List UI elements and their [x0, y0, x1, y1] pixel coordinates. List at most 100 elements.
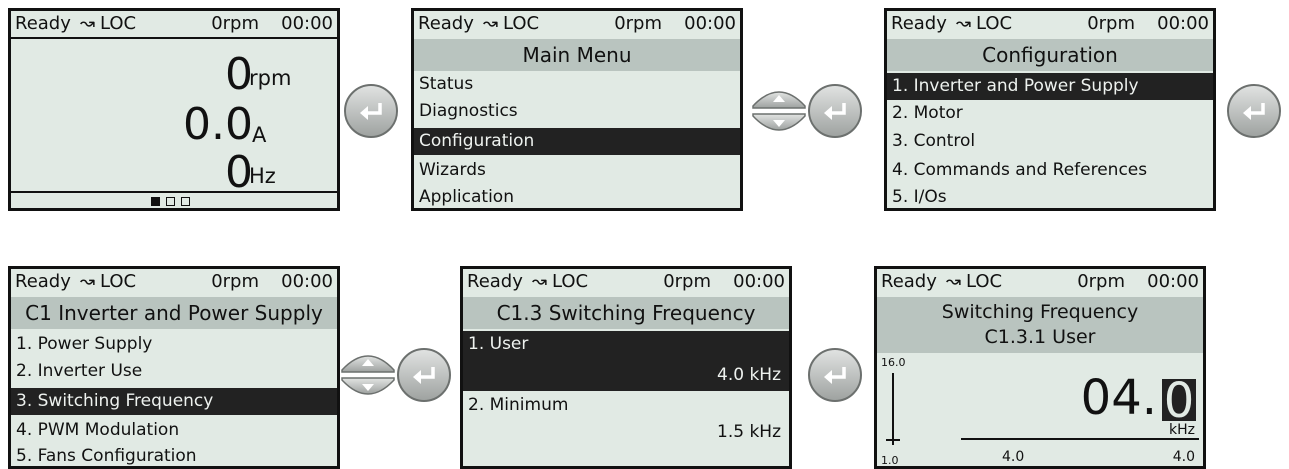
parameter-user-selected[interactable]: 1. User 4.0 kHz	[463, 331, 789, 391]
menu-item-inverter-use[interactable]: 2. Inverter Use	[11, 358, 337, 385]
status-speed: 0rpm	[1087, 13, 1135, 34]
parameter-minimum-value: 1.5 kHz	[717, 422, 781, 442]
status-mode: LOC	[503, 13, 540, 34]
enter-button[interactable]	[808, 84, 862, 138]
display-switching-frequency: Ready ↝ LOC 0rpm 00:00 C1.3 Switching Fr…	[460, 266, 792, 469]
range-min: 1.0	[881, 454, 899, 467]
menu-item-configuration[interactable]: Configuration	[414, 128, 740, 155]
menu-item-fans-configuration[interactable]: 5. Fans Configuration	[11, 443, 337, 466]
value-underline	[961, 438, 1199, 440]
menu-item-wizards[interactable]: Wizards	[414, 157, 740, 184]
status-mode: LOC	[100, 13, 137, 34]
up-down-arrows-icon	[341, 355, 395, 395]
parameter-header: Switching Frequency C1.3.1 User	[877, 297, 1203, 353]
menu-item-application[interactable]: Application	[414, 184, 740, 208]
status-mode: LOC	[100, 271, 137, 292]
status-state: Ready	[891, 13, 947, 34]
status-time: 00:00	[281, 271, 333, 292]
cursor-digit: 0	[1163, 379, 1195, 421]
menu-item-status[interactable]: Status	[414, 71, 740, 98]
status-time: 00:00	[281, 13, 333, 34]
enter-icon	[824, 103, 846, 120]
status-bar: Ready ↝ LOC 0rpm 00:00	[414, 11, 740, 37]
menu-title: C1 Inverter and Power Supply	[11, 297, 337, 329]
page-dot-active	[151, 197, 160, 206]
status-bar: Ready ↝ LOC 0rpm 00:00	[463, 269, 789, 295]
display-main-menu: Ready ↝ LOC 0rpm 00:00 Main Menu Status …	[411, 8, 743, 211]
rotation-icon: ↝	[946, 271, 962, 292]
menu-item-motor[interactable]: 2. Motor	[887, 100, 1213, 127]
status-time: 00:00	[684, 13, 736, 34]
range-max: 16.0	[881, 356, 906, 369]
status-speed: 0rpm	[211, 13, 259, 34]
enter-button[interactable]	[808, 348, 862, 402]
status-speed: 0rpm	[614, 13, 662, 34]
rotation-icon: ↝	[80, 271, 96, 292]
enter-button[interactable]	[344, 84, 398, 138]
up-down-arrows-icon	[752, 91, 806, 131]
status-mode: LOC	[976, 13, 1013, 34]
parameter-user-value: 4.0 kHz	[717, 365, 781, 385]
menu-item-ios[interactable]: 5. I/Os	[887, 184, 1213, 208]
speed-unit: rpm	[249, 66, 292, 90]
page-dot	[181, 197, 190, 206]
navigation-arrows[interactable]	[341, 348, 395, 402]
current-value: 0.0	[183, 99, 253, 150]
enter-icon	[413, 367, 435, 384]
value-digits: 04.	[1080, 370, 1157, 426]
enter-icon	[824, 367, 846, 384]
status-mode: LOC	[966, 271, 1003, 292]
range-bar	[892, 373, 894, 445]
parameter-code: C1.3.1 User	[984, 326, 1096, 348]
display-edit-user-frequency: Ready ↝ LOC 0rpm 00:00 Switching Frequen…	[874, 266, 1206, 469]
status-bar: Ready ↝ LOC 0rpm 00:00	[11, 269, 337, 295]
previous-value: 4.0	[1172, 449, 1195, 465]
menu-item-switching-frequency[interactable]: 3. Switching Frequency	[11, 388, 337, 415]
navigation-arrows[interactable]	[752, 84, 806, 138]
enter-icon	[1243, 103, 1265, 120]
status-state: Ready	[467, 271, 523, 292]
display-inverter-power-supply: Ready ↝ LOC 0rpm 00:00 C1 Inverter and P…	[8, 266, 340, 469]
status-time: 00:00	[1147, 271, 1199, 292]
status-state: Ready	[881, 271, 937, 292]
status-speed: 0rpm	[211, 271, 259, 292]
page-dot	[166, 197, 175, 206]
status-speed: 0rpm	[663, 271, 711, 292]
status-speed: 0rpm	[1077, 271, 1125, 292]
menu-title: Main Menu	[414, 39, 740, 71]
value-editor[interactable]: 04.	[1081, 372, 1157, 424]
display-configuration: Ready ↝ LOC 0rpm 00:00 Configuration 1. …	[884, 8, 1216, 211]
menu-item-pwm-modulation[interactable]: 4. PWM Modulation	[11, 417, 337, 444]
rotation-icon: ↝	[956, 13, 972, 34]
status-time: 00:00	[1157, 13, 1209, 34]
current-unit: A	[252, 123, 267, 147]
frequency-unit: Hz	[249, 164, 276, 188]
menu-item-power-supply[interactable]: 1. Power Supply	[11, 331, 337, 358]
editing-cursor[interactable]: 0	[1162, 379, 1196, 421]
status-state: Ready	[15, 271, 71, 292]
default-value: 4.0	[1002, 449, 1025, 465]
rotation-icon: ↝	[483, 13, 499, 34]
status-state: Ready	[15, 13, 71, 34]
menu-item-inverter-power-supply[interactable]: 1. Inverter and Power Supply	[887, 73, 1213, 100]
status-divider	[11, 37, 337, 39]
menu-title: Configuration	[887, 39, 1213, 71]
menu-item-control[interactable]: 3. Control	[887, 128, 1213, 155]
footer-divider	[11, 191, 337, 193]
status-bar: Ready ↝ LOC 0rpm 00:00	[877, 269, 1203, 295]
rotation-icon: ↝	[532, 271, 548, 292]
status-state: Ready	[418, 13, 474, 34]
rotation-icon: ↝	[80, 13, 96, 34]
status-bar: Ready ↝ LOC 0rpm 00:00	[887, 11, 1213, 37]
range-marker	[886, 439, 900, 441]
status-time: 00:00	[733, 271, 785, 292]
menu-item-commands-references[interactable]: 4. Commands and References	[887, 157, 1213, 184]
status-bar: Ready ↝ LOC 0rpm 00:00	[11, 11, 337, 37]
enter-icon	[360, 103, 382, 120]
menu-item-diagnostics[interactable]: Diagnostics	[414, 98, 740, 125]
enter-button[interactable]	[1227, 84, 1281, 138]
parameter-minimum-label[interactable]: 2. Minimum	[463, 392, 789, 419]
status-mode: LOC	[552, 271, 589, 292]
parameter-name: Switching Frequency	[941, 301, 1139, 323]
enter-button[interactable]	[397, 348, 451, 402]
